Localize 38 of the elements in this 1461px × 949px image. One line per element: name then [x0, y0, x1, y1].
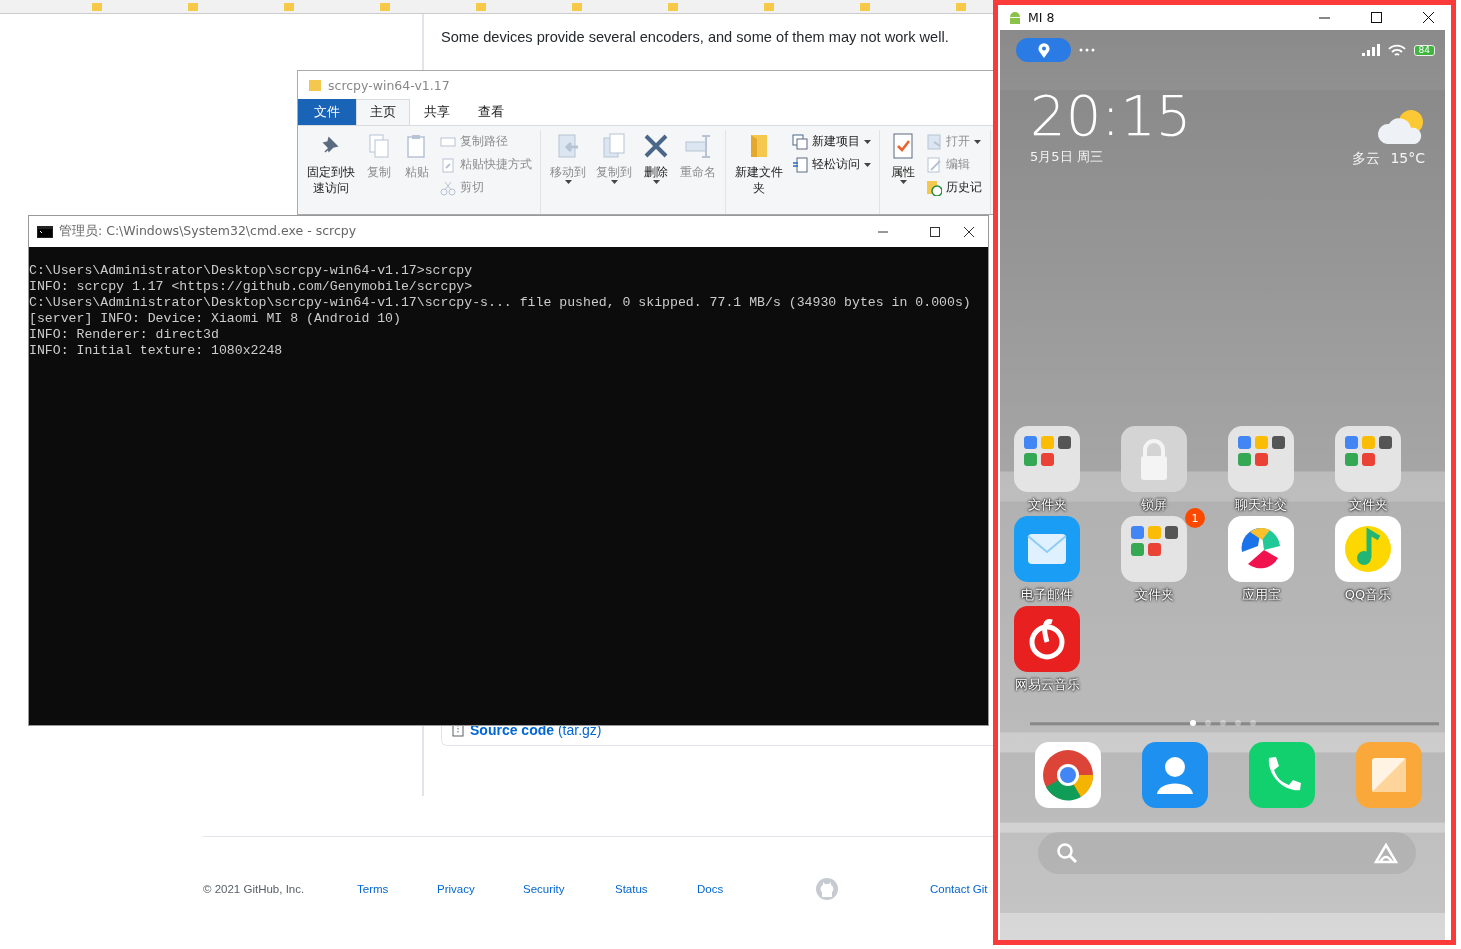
window-title: 管理员: C:\Windows\System32\cmd.exe - scrcpy [59, 223, 357, 240]
file-menu-tab[interactable]: 文件 [298, 99, 356, 125]
ribbon-button[interactable]: 新建项目 [790, 132, 873, 151]
ribbon-tab[interactable]: 共享 [410, 99, 464, 125]
ribbon-button[interactable]: 属性 [886, 130, 920, 214]
download-link[interactable]: Source code (tar.gz) [470, 722, 602, 738]
app-shortcut[interactable]: 网易云音乐 [1014, 606, 1080, 694]
footer-link[interactable]: Security [523, 883, 565, 895]
window-title: scrcpy-win64-v1.17 [328, 77, 450, 93]
footer-link[interactable]: Contact Git [930, 883, 988, 895]
body-text: Some devices provide several encoders, and some of them may not work well. [441, 29, 950, 45]
console-line: INFO: Initial texture: 1080x2248 [29, 343, 284, 359]
footer-link[interactable]: Privacy [437, 883, 475, 895]
ribbon-button[interactable]: 历史记 [924, 178, 984, 197]
copyright-text: © 2021 GitHub, Inc. [203, 883, 306, 895]
date-text: 5月5日 周三 [1030, 148, 1104, 166]
app-shortcut[interactable]: 锁屏 [1121, 426, 1187, 514]
ribbon-button[interactable]: 删除 [639, 130, 673, 214]
ribbon-tab[interactable]: 主页 [356, 99, 410, 125]
clock-time: 20:15 [1030, 88, 1193, 144]
ribbon-tab[interactable]: 查看 [464, 99, 518, 125]
footer-link[interactable]: Terms [357, 883, 389, 895]
app-shortcut[interactable]: 应用宝 [1228, 516, 1294, 604]
console-line: C:\Users\Administrator\Desktop\scrcpy-win64-v1.17>scrcpy [29, 263, 474, 279]
console-line: C:\Users\Administrator\Desktop\scrcpy-win64-v1.17\scrcpy-s... file pushed, 0 skipped. 77.1 MB/s (34930 bytes in 0.000s) [29, 295, 972, 311]
ribbon-button[interactable]: 轻松访问 [790, 155, 873, 174]
console-line: [server] INFO: Device: Xiaomi MI 8 (Android 10) [29, 311, 402, 327]
ribbon-button[interactable]: 固定到快速访问 [304, 130, 358, 214]
weather-text: 多云 [1352, 150, 1381, 168]
app-shortcut[interactable]: 文件夹 [1014, 426, 1080, 514]
temperature-text: 15°C [1390, 150, 1425, 168]
footer-link[interactable]: Docs [697, 883, 724, 895]
console-line: INFO: Renderer: direct3d [29, 327, 220, 343]
battery-indicator: 84 [1413, 44, 1435, 56]
console-line: INFO: scrcpy 1.17 <https://github.com/Genymobile/scrcpy> [29, 279, 474, 295]
window-title: MI 8 [1028, 10, 1055, 25]
app-shortcut[interactable]: 文件夹 [1335, 426, 1401, 514]
footer-link[interactable]: Status [615, 883, 648, 895]
